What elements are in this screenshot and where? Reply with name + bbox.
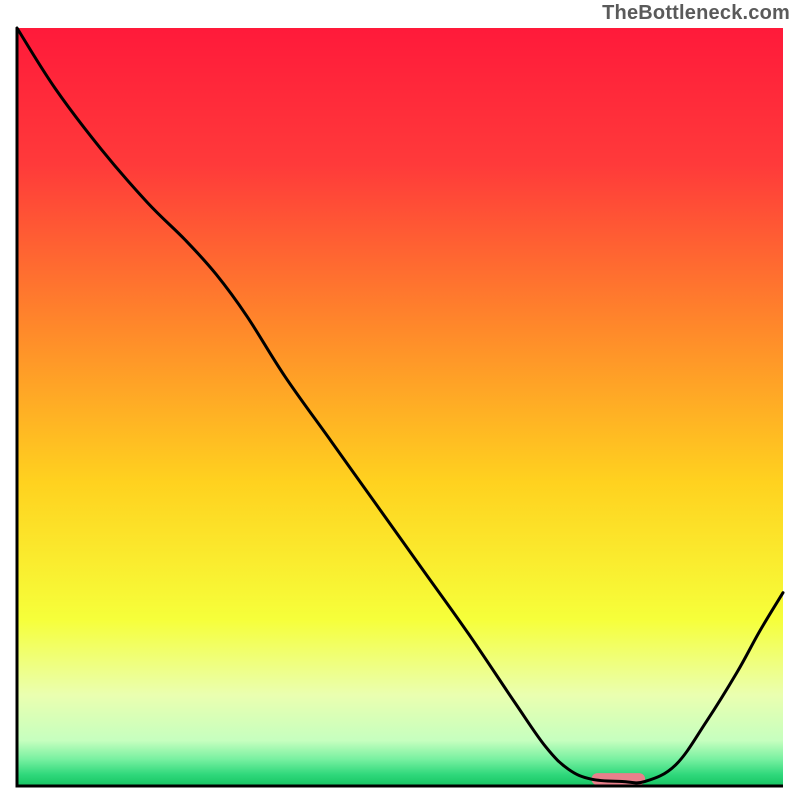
gradient-background [17, 28, 783, 786]
bottleneck-chart [0, 0, 800, 800]
